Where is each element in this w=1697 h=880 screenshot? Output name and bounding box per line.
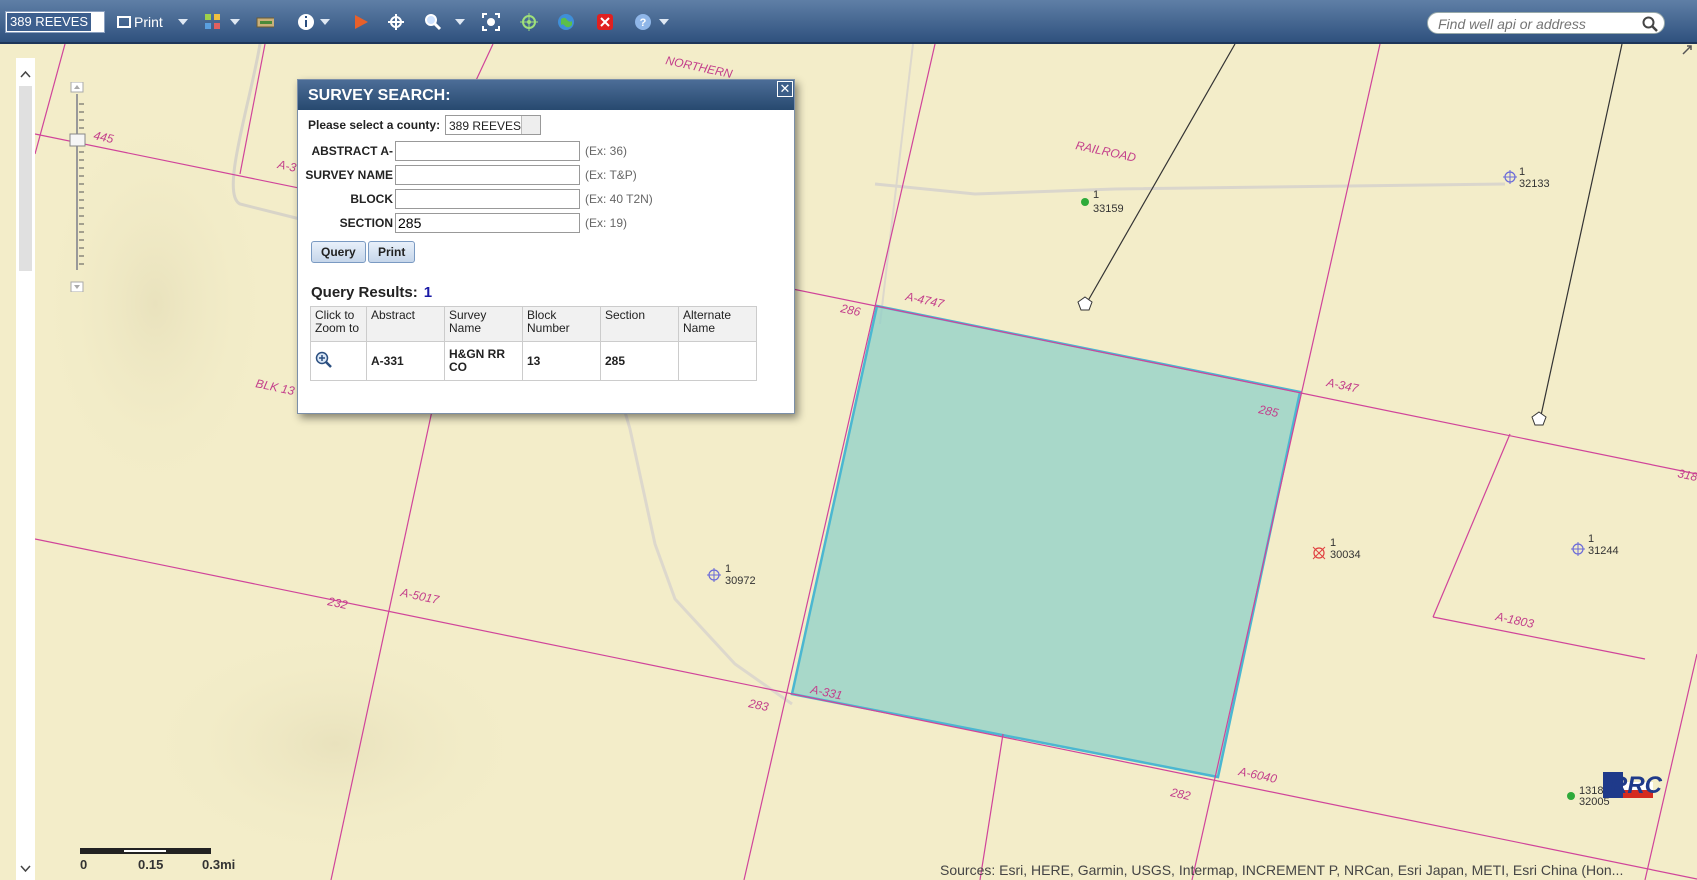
survey-name-input[interactable] <box>395 165 580 185</box>
full-extent-icon[interactable] <box>482 13 500 31</box>
svg-text:RRC: RRC <box>1610 772 1663 799</box>
well-search-input[interactable] <box>1436 15 1640 33</box>
svg-text:30972: 30972 <box>725 575 756 587</box>
dialog-print-button[interactable]: Print <box>368 241 416 263</box>
scroll-up-chevron-icon[interactable] <box>16 68 35 82</box>
search-icon[interactable] <box>1642 16 1658 32</box>
county-dropdown[interactable]: 389 REEVES <box>445 115 541 135</box>
county-dropdown-value: 389 REEVES <box>449 119 522 133</box>
query-button[interactable]: Query <box>311 241 366 263</box>
play-arrow-icon[interactable] <box>352 13 370 31</box>
survey-name-label: SURVEY NAME <box>305 168 393 182</box>
left-scrollbar[interactable] <box>16 58 35 880</box>
cell-section: 285 <box>600 341 679 381</box>
printer-icon <box>117 16 131 28</box>
cell-survey-name: H&GN RR CO <box>444 341 523 381</box>
svg-text:31244: 31244 <box>1588 545 1619 557</box>
well-search-box <box>1427 12 1665 34</box>
svg-text:1: 1 <box>725 563 731 575</box>
table-row: A-331 H&GN RR CO 13 285 <box>310 341 757 381</box>
section-hint: (Ex: 19) <box>585 216 628 230</box>
help-dropdown-caret[interactable] <box>659 19 669 25</box>
section-input[interactable] <box>395 213 580 233</box>
zoom-to-cell[interactable] <box>310 341 367 381</box>
dialog-close-button[interactable]: ✕ <box>777 81 793 97</box>
map-layer: NORTHERN RAILROAD BLK 13 A-4747 286 285 … <box>35 44 1697 880</box>
rrc-logo: RRC <box>1603 772 1663 799</box>
dialog-title: SURVEY SEARCH: <box>298 80 794 110</box>
block-label: BLOCK <box>350 192 393 206</box>
query-results-label: Query Results: <box>311 284 418 301</box>
results-header-row: Click to Zoom to Abstract Survey Name Bloc… <box>310 306 757 342</box>
zoom-dropdown-caret[interactable] <box>455 19 465 25</box>
col-block-number: Block Number <box>522 306 601 342</box>
map-attribution: Sources: Esri, HERE, Garmin, USGS, Inter… <box>940 862 1624 878</box>
zoom-handle[interactable] <box>69 133 86 147</box>
layers-grid-icon[interactable] <box>204 13 222 31</box>
results-table: Click to Zoom to Abstract Survey Name Bloc… <box>310 306 757 381</box>
scrollbar-thumb[interactable] <box>19 86 32 271</box>
svg-text:1: 1 <box>1093 189 1099 201</box>
county-select[interactable]: 389 REEVES <box>5 11 105 33</box>
col-survey-name: Survey Name <box>444 306 523 342</box>
svg-text:1: 1 <box>1330 537 1336 549</box>
layers-dropdown-caret[interactable] <box>230 19 240 25</box>
block-hint: (Ex: 40 T2N) <box>585 192 653 206</box>
col-zoom: Click to Zoom to <box>310 306 367 342</box>
cell-abstract: A-331 <box>366 341 445 381</box>
svg-text:?: ? <box>640 17 647 29</box>
zoom-magnifier-icon[interactable] <box>424 13 442 31</box>
help-icon[interactable]: ? <box>634 13 652 31</box>
scale-bar-graphic <box>80 848 211 854</box>
cell-block: 13 <box>522 341 601 381</box>
zoom-slider[interactable] <box>67 81 89 293</box>
scale-label-mid: 0.15 <box>138 857 164 872</box>
svg-text:33159: 33159 <box>1093 203 1124 215</box>
locate-icon[interactable] <box>520 13 538 31</box>
globe-icon[interactable] <box>557 13 575 31</box>
zoom-in-arrow-icon[interactable] <box>70 81 84 93</box>
county-label: Please select a county: <box>308 118 441 132</box>
main-toolbar: 389 REEVES Print ? <box>0 0 1697 44</box>
map-view[interactable]: NORTHERN RAILROAD BLK 13 A-4747 286 285 … <box>35 44 1697 880</box>
col-abstract: Abstract <box>366 306 445 342</box>
section-label: SECTION <box>339 216 393 230</box>
abstract-hint: (Ex: 36) <box>585 144 628 158</box>
info-icon[interactable] <box>297 13 315 31</box>
scale-label-0: 0 <box>80 857 88 872</box>
info-dropdown-caret[interactable] <box>320 19 330 25</box>
col-section: Section <box>600 306 679 342</box>
close-icon: ✕ <box>779 81 791 96</box>
scale-label-end: 0.3mi <box>202 857 236 872</box>
zoom-in-magnifier-icon[interactable] <box>315 351 333 369</box>
survey-search-dialog: SURVEY SEARCH: ✕ Please select a county:… <box>297 79 795 414</box>
survey-name-hint: (Ex: T&P) <box>585 168 637 182</box>
svg-text:32133: 32133 <box>1519 178 1550 190</box>
svg-text:1: 1 <box>1519 166 1525 178</box>
print-button[interactable]: Print <box>117 11 163 33</box>
cell-alternate <box>678 341 757 381</box>
county-select-value: 389 REEVES <box>7 13 92 31</box>
svg-text:30034: 30034 <box>1330 549 1361 561</box>
query-results-count: 1 <box>423 284 433 301</box>
query-results-heading: Query Results: 1 <box>311 284 432 301</box>
abstract-input[interactable] <box>395 141 580 161</box>
scroll-down-chevron-icon[interactable] <box>16 861 35 875</box>
svg-text:1: 1 <box>1588 533 1594 545</box>
county-dropdown-arrow[interactable] <box>521 116 540 134</box>
print-dropdown-caret[interactable] <box>178 19 188 25</box>
zoom-out-arrow-icon[interactable] <box>70 281 84 293</box>
block-input[interactable] <box>395 189 580 209</box>
col-alternate-name: Alternate Name <box>678 306 757 342</box>
crosshair-icon[interactable] <box>387 13 405 31</box>
abstract-label: ABSTRACT A- <box>311 144 393 158</box>
basemap-icon[interactable] <box>256 13 274 31</box>
clear-close-icon[interactable] <box>596 13 614 31</box>
